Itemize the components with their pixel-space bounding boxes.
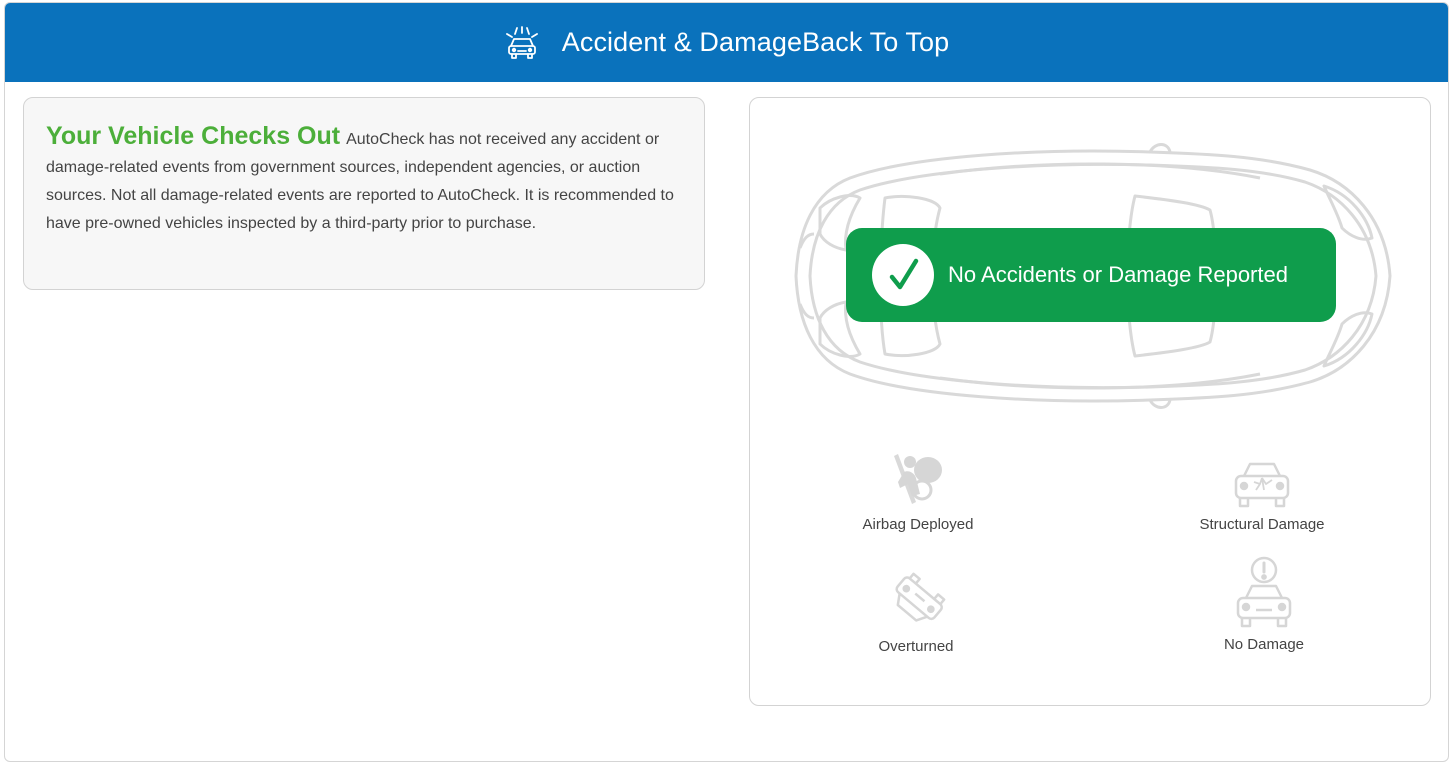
- summary-text: Your Vehicle Checks Out AutoCheck has not…: [46, 122, 682, 238]
- no-accidents-status-badge: No Accidents or Damage Reported: [846, 228, 1336, 322]
- summary-card: Your Vehicle Checks Out AutoCheck has not…: [23, 97, 705, 290]
- damage-diagram-card: No Accidents or Damage Reported Airbag D…: [749, 97, 1431, 706]
- summary-headline: Your Vehicle Checks Out: [46, 122, 341, 150]
- airbag-label: Airbag Deployed: [862, 516, 974, 533]
- car-crash-icon: [504, 25, 540, 61]
- airbag-icon: [894, 454, 942, 504]
- cracked-windshield-car-icon: [1234, 462, 1290, 508]
- structural-damage-indicator: Structural Damage: [1180, 460, 1344, 533]
- back-to-top-link[interactable]: Back To Top: [802, 27, 949, 57]
- section-header: Accident & DamageBack To Top: [5, 3, 1448, 82]
- overturned-indicator: Overturned: [836, 572, 996, 655]
- overturned-label: Overturned: [878, 638, 954, 655]
- overturned-car-icon: [895, 572, 946, 622]
- no-damage-indicator: No Damage: [1184, 556, 1344, 653]
- section-title: Accident & DamageBack To Top: [562, 27, 950, 58]
- checkmark-icon: [872, 244, 934, 306]
- status-label: No Accidents or Damage Reported: [948, 262, 1288, 287]
- car-alert-icon: [1236, 556, 1292, 628]
- section-title-text: Accident & Damage: [561, 27, 803, 57]
- no-damage-label: No Damage: [1223, 636, 1305, 653]
- structural-damage-label: Structural Damage: [1199, 516, 1325, 533]
- airbag-indicator: Airbag Deployed: [838, 450, 998, 533]
- accident-damage-section: Accident & DamageBack To Top Your Vehicl…: [4, 2, 1449, 762]
